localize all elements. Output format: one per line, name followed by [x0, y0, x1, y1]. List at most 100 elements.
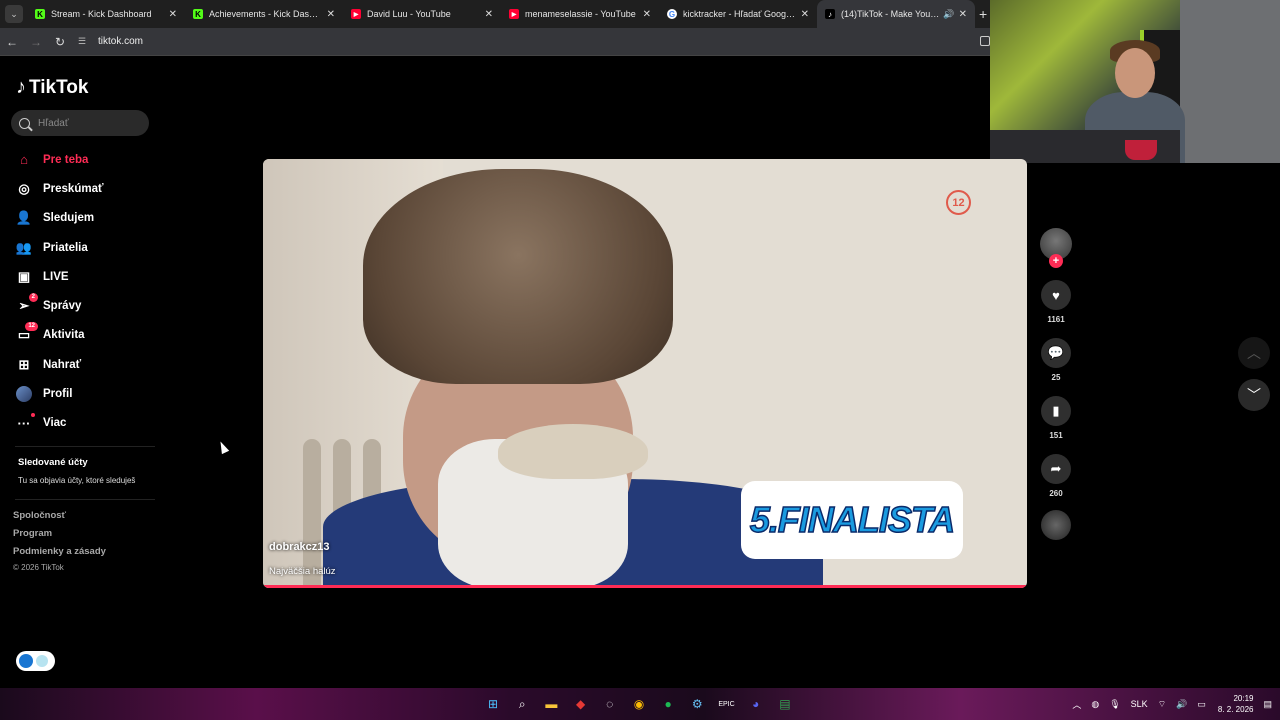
activity-badge: 12	[25, 322, 38, 332]
browser-tab[interactable]: G kicktracker - Hľadať Googlom ✕	[659, 0, 817, 28]
creator-avatar[interactable]: +	[1040, 228, 1072, 268]
comment-action: 💬 25	[1040, 338, 1072, 382]
heart-icon[interactable]: ♥	[1041, 280, 1071, 310]
new-tab-icon[interactable]: +	[979, 6, 987, 22]
search-icon	[19, 117, 30, 129]
sidebar-item-label: Profil	[43, 388, 73, 401]
youtube-favicon-icon: ▶	[509, 9, 519, 19]
epic-games-icon[interactable]: EPIC	[717, 694, 737, 714]
close-tab-icon[interactable]: ✕	[169, 9, 177, 20]
browser-tab-active[interactable]: ♪ (14)TikTok - Make Your Day 🔊 ✕	[817, 0, 975, 28]
mouse-cursor-icon	[216, 439, 230, 455]
sidebar-item-profil[interactable]: Profil	[15, 379, 155, 408]
google-favicon-icon: G	[667, 9, 677, 19]
footer-link-company[interactable]: Spoločnosť	[13, 510, 106, 528]
microphone-icon[interactable]: 🎙	[1109, 699, 1120, 710]
messages-icon: ➢ 2	[15, 293, 38, 315]
battery-icon[interactable]: ▭	[1197, 699, 1206, 710]
close-tab-icon[interactable]: ✕	[643, 9, 651, 20]
spotify-icon[interactable]: ●	[658, 694, 678, 714]
action-column: + ♥ 1161 💬 25 ▮ 151 ➦ 260	[1040, 228, 1072, 540]
music-disc-icon[interactable]	[1041, 510, 1071, 540]
url-field[interactable]: ☰ tiktok.com	[78, 36, 143, 48]
webcam-wall	[1180, 0, 1280, 163]
sidebar-item-nahrat[interactable]: ⊞ Nahrať	[15, 350, 155, 379]
speaker-icon[interactable]: 🔊	[943, 9, 954, 20]
app-gray-icon[interactable]: ◌	[600, 694, 620, 714]
video-player[interactable]: 12 5.FINALISTA dobrakcz13 Najväčšia halú…	[263, 159, 1027, 588]
chevron-up-icon[interactable]: ︿	[1072, 698, 1081, 711]
age-rating-badge: 12	[946, 190, 971, 215]
video-author[interactable]: dobrakcz13	[269, 541, 330, 553]
next-video-button[interactable]: ﹀	[1238, 379, 1270, 411]
browser-tab-bar: ⌄ K Stream - Kick Dashboard ✕ K Achievem…	[0, 0, 990, 28]
discord-icon[interactable]: ◕	[746, 694, 766, 714]
forward-arrow-icon[interactable]: →	[24, 35, 48, 49]
clock[interactable]: 20:19 8. 2. 2026	[1218, 693, 1254, 715]
close-tab-icon[interactable]: ✕	[959, 9, 967, 20]
site-settings-icon[interactable]: ☰	[78, 36, 90, 48]
divider	[15, 499, 155, 500]
video-progress-bar[interactable]	[263, 585, 1027, 588]
network-app-icon[interactable]: ◍	[1091, 699, 1099, 710]
red-cup	[1125, 140, 1157, 160]
sidebar-item-label: LIVE	[43, 270, 69, 283]
extension-icon[interactable]	[980, 36, 990, 46]
date: 8. 2. 2026	[1217, 705, 1254, 714]
sidebar-item-viac[interactable]: ··· Viac	[15, 409, 155, 438]
footer-link-program[interactable]: Program	[13, 528, 106, 546]
file-explorer-icon[interactable]: ▬	[541, 694, 561, 714]
sidebar-item-label: Pre teba	[43, 153, 89, 166]
sidebar-item-live[interactable]: ▣ LIVE	[15, 262, 155, 291]
copyright: © 2026 TikTok	[13, 563, 64, 572]
tiktok-logo[interactable]: ♪ TikTok	[16, 76, 88, 99]
close-tab-icon[interactable]: ✕	[801, 9, 809, 20]
notification-icon[interactable]: ▤	[1263, 699, 1272, 710]
language-indicator[interactable]: SLK	[1131, 699, 1148, 709]
tab-title: David Luu - YouTube	[367, 9, 451, 19]
tab-title: Achievements - Kick Dashboard	[209, 9, 323, 19]
like-count: 1161	[1047, 315, 1065, 324]
close-tab-icon[interactable]: ✕	[485, 9, 493, 20]
extension-toggle[interactable]	[16, 651, 55, 671]
video-mustache	[498, 424, 648, 479]
sidebar-item-aktivita[interactable]: ▭ 12 Aktivita	[15, 321, 155, 350]
wifi-icon[interactable]: ⌔	[1158, 699, 1166, 710]
search-icon[interactable]: ⌕	[512, 694, 532, 714]
comment-icon[interactable]: 💬	[1041, 338, 1071, 368]
sheets-icon[interactable]: ▤	[775, 694, 795, 714]
windows-start-icon[interactable]: ⊞	[483, 694, 503, 714]
follow-plus-icon[interactable]: +	[1049, 254, 1063, 268]
tiktok-favicon-icon: ♪	[825, 9, 835, 19]
profile-avatar	[15, 385, 33, 403]
tab-search-menu-button[interactable]: ⌄	[5, 5, 23, 23]
app-red-icon[interactable]: ◆	[571, 694, 591, 714]
browser-tab[interactable]: ▶ David Luu - YouTube ✕	[343, 0, 501, 28]
browser-tab[interactable]: K Achievements - Kick Dashboard ✕	[185, 0, 343, 28]
sidebar-item-preskumat[interactable]: ◎ Preskúmať	[15, 174, 155, 203]
steam-icon[interactable]: ⚙	[687, 694, 707, 714]
save-count: 151	[1049, 431, 1063, 440]
sidebar-item-sledujem[interactable]: 👤 Sledujem	[15, 204, 155, 233]
share-icon[interactable]: ➦	[1041, 454, 1071, 484]
sidebar-item-priatelia[interactable]: 👥 Priatelia	[15, 233, 155, 262]
search-input[interactable]: Hľadať	[11, 110, 149, 136]
volume-icon[interactable]: 🔊	[1176, 699, 1187, 710]
chrome-icon[interactable]: ◉	[629, 694, 649, 714]
sidebar-item-spravy[interactable]: ➢ 2 Správy	[15, 291, 155, 320]
share-count: 260	[1049, 489, 1063, 498]
sidebar-item-label: Správy	[43, 300, 82, 313]
browser-tab[interactable]: ▶ menameselassie - YouTube ✕	[501, 0, 659, 28]
footer-link-terms[interactable]: Podmienky a zásady	[13, 546, 106, 564]
previous-video-button[interactable]: ︿	[1238, 337, 1270, 369]
sidebar-item-pre-teba[interactable]: ⌂ Pre teba	[15, 145, 155, 174]
close-tab-icon[interactable]: ✕	[327, 9, 335, 20]
bookmark-icon[interactable]: ▮	[1041, 396, 1071, 426]
browser-tab[interactable]: K Stream - Kick Dashboard ✕	[27, 0, 185, 28]
followed-accounts-title: Sledované účty	[18, 457, 88, 468]
messages-badge: 2	[28, 293, 38, 303]
home-icon: ⌂	[20, 152, 28, 168]
reload-icon[interactable]: ↻	[48, 35, 72, 49]
kick-favicon-icon: K	[35, 9, 45, 19]
back-arrow-icon[interactable]: ←	[0, 35, 24, 49]
